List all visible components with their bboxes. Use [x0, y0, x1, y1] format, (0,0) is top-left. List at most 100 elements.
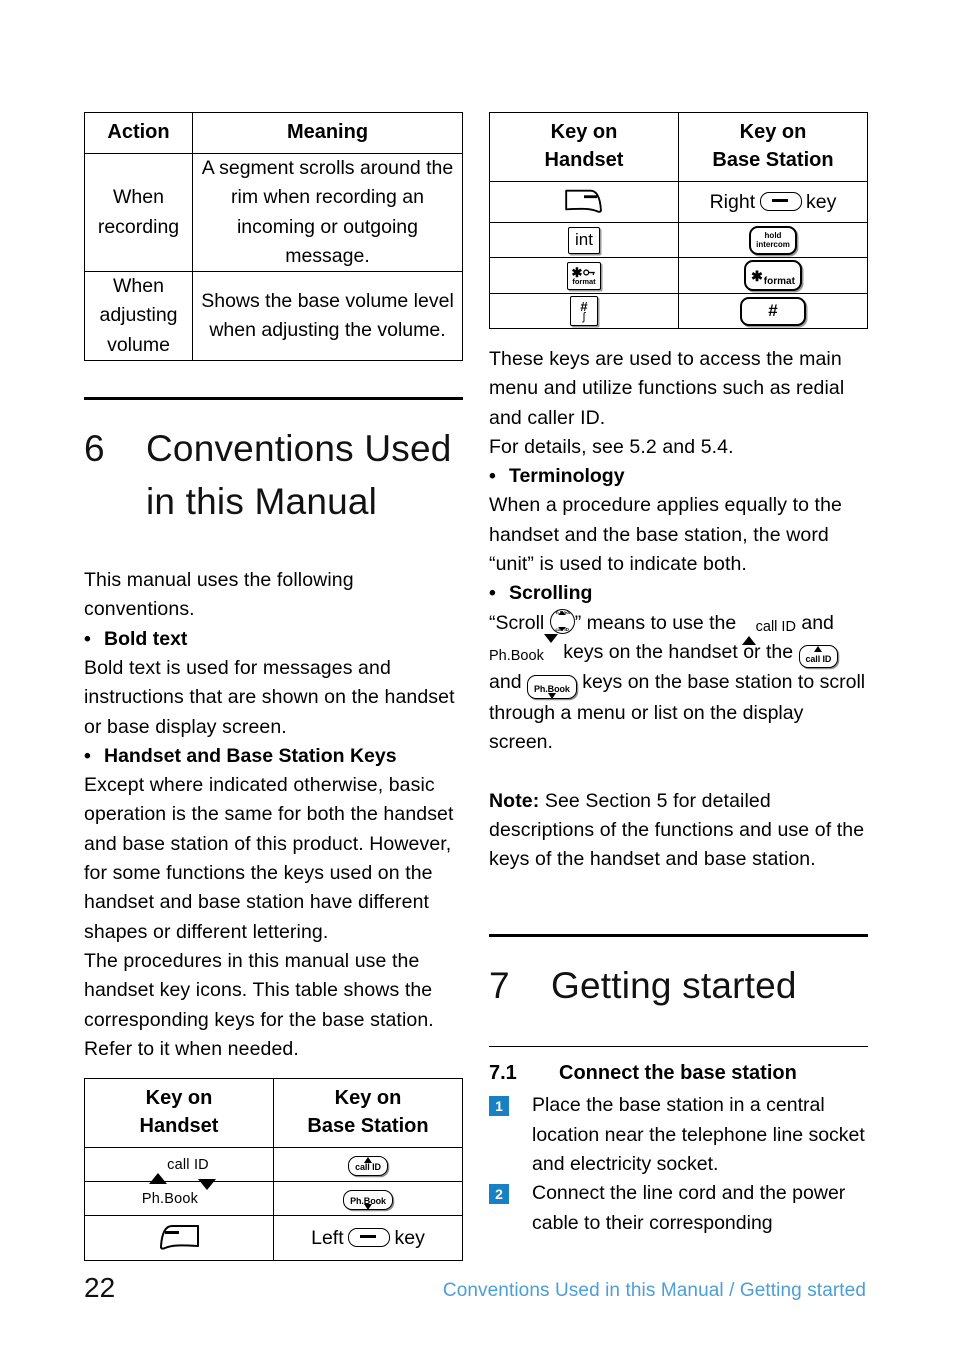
- header-key-on: Key on: [334, 1087, 402, 1110]
- format-base-label: format: [763, 275, 795, 287]
- cell-base-key: hold intercom: [678, 222, 868, 258]
- right-key-suffix: key: [806, 190, 837, 213]
- call-id-up-key-icon: call ID: [741, 613, 796, 645]
- header-handset: Handset: [544, 149, 624, 171]
- call-id-label: call ID: [755, 618, 796, 635]
- call-id-base-key-icon: call ID: [798, 644, 839, 669]
- cell-base-key: ✱ format: [678, 257, 868, 294]
- note-paragraph: Note: See Section 5 for detailed descrip…: [489, 787, 869, 875]
- bold-text-body: Bold text is used for messages and instr…: [84, 656, 455, 738]
- int-label: int: [575, 230, 593, 249]
- cell-base-key: Ph.Book: [273, 1181, 463, 1217]
- col-header-key-on-handset: Key on Handset: [489, 112, 679, 182]
- soft-key-icon: [561, 185, 607, 220]
- cell-action: When recording: [84, 152, 193, 273]
- header-base-station: Base Station: [307, 1115, 429, 1138]
- scroll-text-3: and: [801, 611, 834, 634]
- page-footer: 22 Conventions Used in this Manual / Get…: [0, 1272, 954, 1322]
- scroll-text-5: and: [489, 671, 522, 694]
- oval-dash-key-icon: [759, 191, 802, 211]
- subsection-divider-rule: [489, 1046, 868, 1048]
- handset-base-keys-body: Except where indicated otherwise, basic …: [84, 774, 454, 943]
- cell-handset-key: int: [489, 222, 679, 258]
- cell-base-key: Right key: [678, 181, 868, 223]
- cell-handset-key: [489, 181, 679, 223]
- cell-handset-key: call ID: [84, 1147, 274, 1184]
- right-key-prefix: Right: [709, 190, 756, 213]
- cell-base-key: #: [678, 293, 868, 329]
- handset-base-keys-body2: The procedures in this manual use the ha…: [84, 949, 434, 1060]
- cell-handset-key: ✱ format: [489, 257, 679, 294]
- scrolling-body: “Scroll call ID Ph.Book ” means to use t…: [489, 608, 869, 758]
- section-title-line2: in this Manual: [146, 481, 378, 523]
- phbook-label: Ph.Book: [141, 1190, 199, 1207]
- call-id-base-key-icon: call ID: [348, 1156, 388, 1177]
- section-number: 6: [84, 428, 105, 470]
- list-item: 2 Connect the line cord and the power ca…: [489, 1179, 869, 1238]
- header-handset: Handset: [139, 1115, 219, 1138]
- round-scroll-key-icon: call ID Ph.Book: [549, 608, 575, 634]
- page-title: 6 Conventions Used in this Manual: [84, 422, 464, 528]
- star-format-base-key-icon: ✱ format: [744, 260, 802, 291]
- table-row: ✱ format ✱ format: [489, 257, 868, 294]
- scroll-phbook-label: Ph.Book: [552, 610, 572, 616]
- bullet-marker: •: [84, 744, 91, 767]
- intercom-label: intercom: [756, 239, 790, 249]
- phbook-down-key-icon: Ph.Book: [141, 1178, 217, 1207]
- bullet-marker: •: [84, 627, 91, 650]
- scroll-text-1: “Scroll: [489, 611, 545, 634]
- table-header-row: Key on Handset Key on Base Station: [84, 1078, 463, 1149]
- section-number: 7: [489, 965, 510, 1007]
- table-row: call ID call ID: [84, 1147, 463, 1184]
- details-reference-paragraph: For details, see 5.2 and 5.4.: [489, 435, 734, 458]
- table-row: int hold intercom: [489, 222, 868, 258]
- section-title: Getting started: [551, 965, 797, 1007]
- call-id-label: call ID: [167, 1156, 209, 1173]
- bullet-marker: •: [489, 465, 496, 488]
- phbook-base-key-icon: Ph.Book: [526, 675, 577, 699]
- cell-action: When adjusting volume: [84, 271, 193, 362]
- right-column: Key on Handset Key on Base Station Right…: [489, 112, 869, 1238]
- col-header-key-on-base: Key on Base Station: [678, 112, 868, 182]
- phbook-label: Ph.Book: [489, 647, 544, 664]
- table-header-row: Key on Handset Key on Base Station: [489, 112, 868, 182]
- call-id-base-label: call ID: [355, 1162, 381, 1173]
- table-row: When adjusting volume Shows the base vol…: [84, 271, 463, 362]
- header-key-on: Key on: [145, 1087, 213, 1110]
- key-symbol-icon: [583, 268, 596, 276]
- star-format-key-icon: ✱ format: [567, 261, 601, 290]
- bullet-title-terminology: Terminology: [509, 465, 625, 488]
- section-divider-rule: [84, 397, 463, 401]
- hash-base-label: #: [768, 301, 778, 320]
- cell-meaning: Shows the base volume level when adjusti…: [192, 271, 463, 362]
- cell-base-key: Left key: [273, 1215, 463, 1262]
- flash-symbol-icon: ʃ: [582, 310, 586, 323]
- step-badge: 1: [489, 1096, 509, 1117]
- soft-key-icon: [156, 1220, 202, 1257]
- cell-handset-key: [84, 1215, 274, 1262]
- section-divider-rule: [489, 934, 868, 938]
- table-row: Ph.Book Ph.Book: [84, 1178, 463, 1217]
- left-key-suffix: key: [394, 1226, 425, 1249]
- scroll-text-2: ” means to use the: [574, 611, 737, 634]
- left-key-prefix: Left: [311, 1226, 344, 1249]
- phbook-down-key-icon: Ph.Book: [489, 633, 558, 665]
- subsection-number: 7.1: [489, 1062, 517, 1085]
- hash-label: #: [580, 298, 588, 314]
- bullet-marker: •: [489, 582, 496, 605]
- table-row: Right key: [489, 181, 868, 223]
- table-row: When recording A segment scrolls around …: [84, 152, 463, 273]
- section-title-line1: Conventions Used: [146, 428, 452, 470]
- handset-base-key-table-right: Key on Handset Key on Base Station Right…: [489, 112, 868, 329]
- intro-paragraph: This manual uses the following conventio…: [84, 569, 354, 621]
- action-meaning-table: Action Meaning When recording A segment …: [84, 112, 463, 362]
- col-header-key-on-base: Key on Base Station: [273, 1078, 463, 1149]
- col-header-action: Action: [84, 112, 193, 154]
- subsection-title: Connect the base station: [559, 1062, 797, 1085]
- scroll-text-4: keys on the handset or the: [563, 640, 794, 663]
- left-column: Action Meaning When recording A segment …: [84, 112, 464, 1262]
- step-text: Connect the line cord and the power cabl…: [532, 1182, 846, 1234]
- oval-dash-key-icon: [348, 1227, 391, 1247]
- page-number: 22: [84, 1272, 116, 1303]
- cell-handset-key: # ʃ: [489, 293, 679, 329]
